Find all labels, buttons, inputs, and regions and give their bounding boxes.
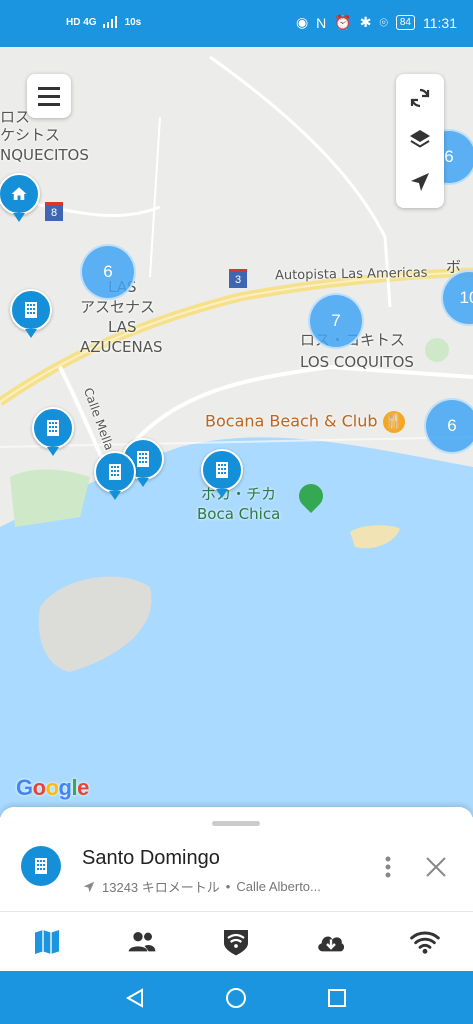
building-icon	[109, 464, 121, 480]
label-las-azucenas-jp: アスセナス	[80, 298, 156, 316]
building-icon	[137, 451, 149, 467]
bottom-nav	[0, 911, 473, 972]
hotspot-avatar	[21, 846, 61, 886]
hotspot-pin[interactable]	[201, 449, 243, 498]
place-title: Santo Domingo	[82, 847, 220, 869]
poi-boca-chica[interactable]: ボカ・チカ Boca Chica	[197, 484, 280, 524]
nfc-icon: N	[316, 14, 327, 31]
locate-button[interactable]	[396, 162, 444, 202]
poi-bocana-beach-label: Bocana Beach & Club	[205, 411, 378, 431]
poi-boca-chica-en: Boca Chica	[197, 505, 281, 523]
building-icon	[35, 858, 47, 874]
home-pin[interactable]	[0, 173, 40, 222]
nav-people[interactable]	[122, 926, 162, 958]
poi-bocana-beach[interactable]: Bocana Beach & Club 🍴	[205, 411, 405, 433]
building-icon	[216, 462, 228, 478]
map-controls	[396, 74, 444, 208]
label-los-banquecitos-jp2: ケシトス	[0, 126, 61, 144]
label-las-azucenas-3: AZUCENAS	[80, 338, 163, 356]
layers-icon	[410, 130, 430, 148]
navigation-arrow-icon	[411, 173, 429, 191]
label-los-banquecitos-jp: ロス	[0, 108, 31, 126]
cluster-count: 6	[103, 262, 113, 281]
google-logo: Google	[16, 775, 89, 800]
home-nav-icon[interactable]	[225, 987, 247, 1009]
address: Calle Alberto...	[236, 879, 321, 894]
cluster-marker[interactable]: 6	[424, 398, 473, 454]
battery-indicator: 84	[395, 15, 415, 30]
place-subtitle: 13243 キロメートル • Calle Alberto...	[82, 877, 321, 896]
network-indicator: HD 4G	[66, 16, 97, 28]
building-icon	[47, 420, 59, 436]
cluster-count: 10	[459, 288, 473, 307]
status-left: HD 4G 10s	[66, 16, 141, 28]
map-icon	[35, 930, 59, 954]
label-los-coquitos-en: LOS COQUITOS	[300, 353, 414, 371]
more-vert-icon	[385, 856, 391, 878]
bluetooth-icon: ✱	[359, 14, 372, 30]
eye-icon: ◉	[295, 14, 309, 30]
data-rate: 10s	[124, 16, 142, 28]
status-right: ◉ N ⏰ ✱ ⌾ 84 11:31	[296, 14, 457, 31]
label-los-banquecitos-en: NQUECITOS	[0, 146, 89, 164]
restaurant-icon: 🍴	[382, 411, 405, 433]
wifi-icon	[410, 931, 440, 954]
hamburger-icon	[38, 87, 60, 106]
cluster-marker[interactable]: 6	[80, 244, 136, 300]
separator: •	[225, 879, 231, 894]
recents-icon[interactable]	[326, 987, 348, 1009]
system-nav-bar	[0, 971, 473, 1024]
cluster-count: 6	[444, 147, 454, 166]
nav-vpn[interactable]	[216, 926, 256, 958]
more-options-button[interactable]	[376, 853, 400, 881]
cluster-count: 6	[447, 416, 457, 435]
map-view[interactable]: ロス ケシトス NQUECITOS LAS アスセナス LAS AZUCENAS…	[0, 47, 473, 817]
status-bar: HD 4G 10s ◉ N ⏰ ✱ ⌾ 84 11:31	[0, 0, 473, 47]
hotspot-pin[interactable]	[10, 289, 52, 338]
nav-wifi[interactable]	[405, 926, 445, 958]
cluster-marker[interactable]: 7	[308, 293, 364, 349]
label-las-azucenas-2: LAS	[108, 318, 137, 336]
refresh-button[interactable]	[396, 78, 444, 118]
layers-button[interactable]	[396, 120, 444, 160]
route-shield-8: 8	[45, 202, 63, 221]
clock: 11:31	[423, 14, 457, 31]
navigation-arrow-icon	[83, 881, 95, 892]
label-autopista: Autopista Las Americas	[274, 265, 428, 284]
people-icon	[128, 932, 156, 952]
building-icon	[25, 302, 37, 318]
nav-download[interactable]	[311, 926, 351, 958]
location-icon: ⌾	[379, 14, 388, 30]
back-icon[interactable]	[124, 987, 146, 1009]
menu-button[interactable]	[27, 74, 71, 118]
cloud-download-icon	[318, 936, 345, 952]
home-icon	[11, 187, 27, 200]
alarm-icon: ⏰	[334, 14, 352, 30]
refresh-icon	[410, 88, 430, 108]
hotspot-pin[interactable]	[94, 451, 136, 500]
shield-wifi-icon	[224, 930, 248, 956]
signal-icon	[102, 16, 117, 28]
hotspot-pin[interactable]	[32, 407, 74, 456]
cluster-count: 7	[331, 311, 341, 330]
close-button[interactable]	[422, 853, 450, 881]
nav-map[interactable]	[27, 926, 67, 958]
distance: 13243 キロメートル	[102, 880, 220, 895]
close-icon	[426, 857, 446, 877]
bottom-sheet[interactable]: Santo Domingo 13243 キロメートル • Calle Alber…	[0, 807, 473, 911]
sheet-handle[interactable]	[212, 821, 260, 826]
route-shield-3: 3	[229, 269, 247, 288]
